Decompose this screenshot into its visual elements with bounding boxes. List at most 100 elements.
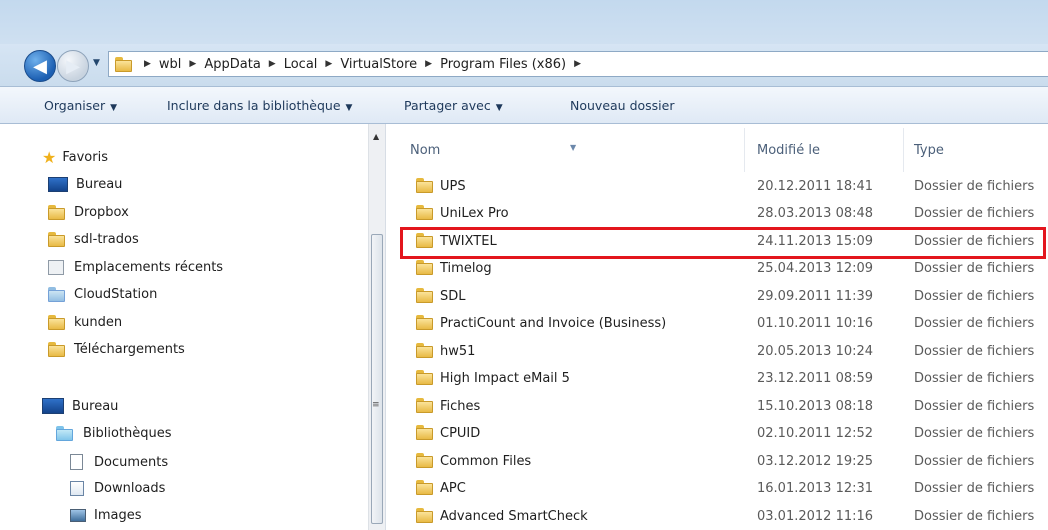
table-row[interactable]: APC 16.01.2013 12:31 Dossier de fichiers: [386, 475, 1048, 502]
file-modified: 28.03.2013 08:48: [757, 206, 874, 221]
file-name: hw51: [440, 344, 476, 359]
forward-button[interactable]: ▶: [57, 50, 89, 82]
table-row[interactable]: hw51 20.05.2013 10:24 Dossier de fichier…: [386, 338, 1048, 365]
folder-icon: [416, 205, 433, 220]
file-name: PractiCount and Invoice (Business): [440, 316, 667, 331]
nav-item-images[interactable]: Images: [70, 508, 142, 523]
table-row[interactable]: UPS 20.12.2011 18:41 Dossier de fichiers: [386, 173, 1048, 200]
nav-item-label: Images: [94, 508, 142, 523]
nav-item-label: Téléchargements: [74, 342, 185, 357]
breadcrumb-local[interactable]: Local: [284, 57, 318, 72]
file-type: Dossier de fichiers: [914, 426, 1035, 441]
nav-libraries-label: Bibliothèques: [83, 426, 172, 441]
column-header-type[interactable]: Type: [906, 124, 1048, 176]
nav-favorites[interactable]: ★ Favoris: [42, 148, 108, 167]
nav-desktop-label: Bureau: [72, 398, 119, 414]
table-row[interactable]: CPUID 02.10.2011 12:52 Dossier de fichie…: [386, 420, 1048, 447]
file-name: CPUID: [440, 426, 481, 441]
table-row[interactable]: Advanced SmartCheck 03.01.2012 11:16 Dos…: [386, 503, 1048, 530]
desktop-icon: [48, 177, 68, 192]
table-row[interactable]: Timelog 25.04.2013 12:09 Dossier de fich…: [386, 255, 1048, 282]
nav-favorites-label: Favoris: [62, 150, 108, 165]
breadcrumb-separator-icon[interactable]: ▶: [325, 59, 332, 69]
table-row[interactable]: UniLex Pro 28.03.2013 08:48 Dossier de f…: [386, 200, 1048, 227]
breadcrumb-appdata[interactable]: AppData: [204, 57, 260, 72]
breadcrumb-wbl[interactable]: wbl: [159, 57, 182, 72]
chevron-down-icon: ▼: [495, 103, 503, 113]
navigation-scrollbar[interactable]: ▲ ≡: [368, 124, 385, 530]
organise-menu[interactable]: Organiser ▼: [44, 98, 117, 113]
scrollbar-thumb[interactable]: [371, 234, 383, 524]
nav-item-label: Downloads: [94, 481, 166, 496]
folder-icon: [416, 315, 433, 330]
chevron-down-icon: ▼: [345, 103, 353, 113]
include-in-library-menu[interactable]: Inclure dans la bibliothèque ▼: [167, 98, 352, 113]
folder-icon: [416, 508, 433, 523]
folder-icon: [48, 232, 65, 247]
column-header-modified-label: Modifié le: [757, 143, 820, 158]
column-divider[interactable]: [903, 128, 904, 172]
file-type: Dossier de fichiers: [914, 179, 1035, 194]
file-type: Dossier de fichiers: [914, 261, 1035, 276]
address-bar[interactable]: ▶ wbl ▶ AppData ▶ Local ▶ VirtualStore ▶…: [108, 51, 1048, 77]
nav-item-downloads[interactable]: Téléchargements: [48, 342, 185, 357]
folder-icon: [48, 315, 65, 330]
nav-item-bureau[interactable]: Bureau: [48, 177, 122, 192]
new-folder-button[interactable]: Nouveau dossier: [570, 98, 674, 113]
nav-item-kunden[interactable]: kunden: [48, 315, 122, 330]
breadcrumb-separator-icon[interactable]: ▶: [574, 59, 581, 69]
file-name: APC: [440, 481, 466, 496]
folder-icon: [416, 453, 433, 468]
table-row[interactable]: TWIXTEL 24.11.2013 15:09 Dossier de fich…: [386, 228, 1048, 255]
table-row[interactable]: High Impact eMail 5 23.12.2011 08:59 Dos…: [386, 365, 1048, 392]
file-name: TWIXTEL: [440, 234, 497, 249]
nav-desktop[interactable]: Bureau: [42, 398, 118, 414]
back-button[interactable]: ◀: [24, 50, 56, 82]
nav-item-sdl-trados[interactable]: sdl-trados: [48, 232, 139, 247]
command-bar: Organiser ▼ Inclure dans la bibliothèque ▼…: [0, 86, 1048, 124]
table-row[interactable]: PractiCount and Invoice (Business) 01.10…: [386, 310, 1048, 337]
folder-icon: [416, 343, 433, 358]
chevron-down-icon: ▼: [110, 103, 118, 113]
file-modified: 20.12.2011 18:41: [757, 179, 874, 194]
recent-pages-dropdown-icon[interactable]: ▼: [93, 58, 100, 68]
folder-icon: [416, 398, 433, 413]
nav-item-cloudstation[interactable]: CloudStation: [48, 287, 157, 302]
breadcrumb-separator-icon[interactable]: ▶: [269, 59, 276, 69]
breadcrumb-program-files[interactable]: Program Files (x86): [440, 57, 566, 72]
file-type: Dossier de fichiers: [914, 481, 1035, 496]
nav-item-label: sdl-trados: [74, 232, 139, 247]
nav-item-dropbox[interactable]: Dropbox: [48, 205, 129, 220]
breadcrumb-separator-icon[interactable]: ▶: [189, 59, 196, 69]
breadcrumb-separator-icon[interactable]: ▶: [425, 59, 432, 69]
folder-icon: [115, 56, 132, 72]
nav-item-downloads-library[interactable]: Downloads: [70, 481, 165, 496]
share-with-menu[interactable]: Partager avec ▼: [404, 98, 503, 113]
column-header-modified[interactable]: Modifié le: [746, 124, 906, 176]
column-header-name[interactable]: Nom ▼: [386, 124, 746, 176]
nav-libraries[interactable]: Bibliothèques: [56, 426, 172, 441]
table-row[interactable]: Common Files 03.12.2012 19:25 Dossier de…: [386, 448, 1048, 475]
nav-item-documents[interactable]: Documents: [70, 454, 168, 470]
nav-item-recent-places[interactable]: Emplacements récents: [48, 260, 223, 275]
table-row[interactable]: Fiches 15.10.2013 08:18 Dossier de fichi…: [386, 393, 1048, 420]
table-row[interactable]: SDL 29.09.2011 11:39 Dossier de fichiers: [386, 283, 1048, 310]
folder-icon: [416, 480, 433, 495]
breadcrumb-separator-icon[interactable]: ▶: [144, 59, 151, 69]
file-type: Dossier de fichiers: [914, 344, 1035, 359]
column-divider[interactable]: [744, 128, 745, 172]
file-name: High Impact eMail 5: [440, 371, 570, 386]
file-list: Nom ▼ Modifié le Type UPS 20.12.2011 18:…: [386, 124, 1048, 530]
scroll-up-arrow-icon[interactable]: ▲: [373, 132, 379, 141]
scrollbar-grip-icon: ≡: [372, 400, 380, 410]
file-name: UniLex Pro: [440, 206, 509, 221]
nav-item-label: Documents: [94, 454, 169, 470]
file-type: Dossier de fichiers: [914, 206, 1035, 221]
navigation-pane: ★ Favoris Bureau Dropbox sdl-trados Empl…: [0, 124, 368, 530]
folder-icon: [416, 178, 433, 193]
column-header-name-label: Nom: [410, 143, 441, 158]
file-modified: 16.01.2013 12:31: [757, 481, 874, 496]
breadcrumb-virtualstore[interactable]: VirtualStore: [340, 57, 417, 72]
file-modified: 25.04.2013 12:09: [757, 261, 874, 276]
star-icon: ★: [42, 148, 57, 167]
